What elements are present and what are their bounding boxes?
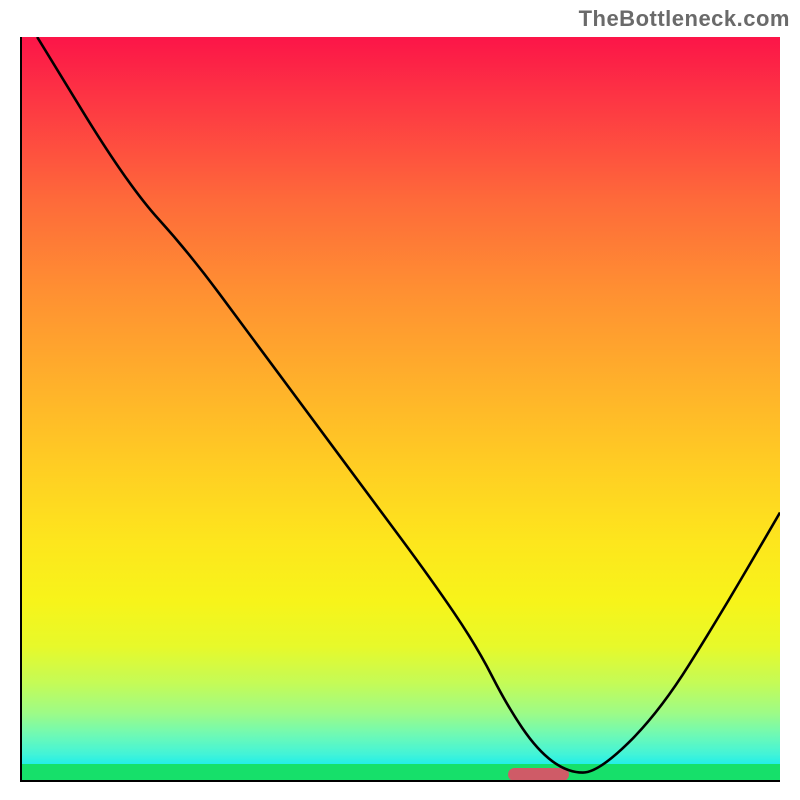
bottleneck-curve [37, 37, 780, 773]
curve-svg [22, 37, 780, 780]
plot-area [20, 37, 780, 782]
attribution-text: TheBottleneck.com [579, 6, 790, 32]
chart-container: TheBottleneck.com [0, 0, 800, 800]
